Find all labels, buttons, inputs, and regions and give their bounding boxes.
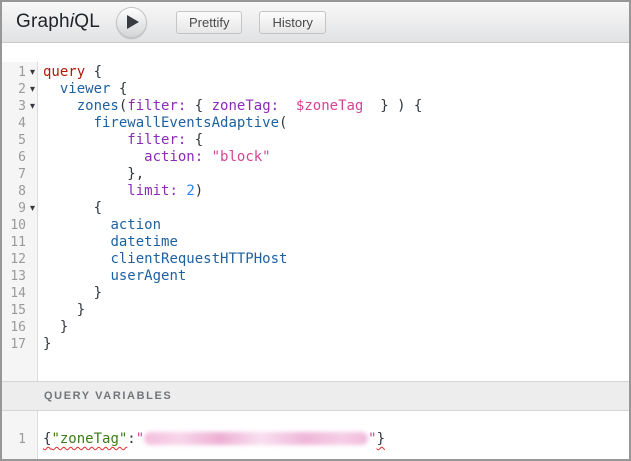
fold-gutter-spacer — [26, 234, 39, 251]
line-number: 4 — [2, 115, 26, 132]
line-number: 16 — [2, 319, 26, 336]
fold-arrow-icon[interactable]: ▾ — [26, 200, 39, 217]
fold-gutter-spacer — [26, 166, 39, 183]
fold-gutter-spacer — [26, 285, 39, 302]
code-line[interactable]: 4 firewallEventsAdaptive( — [2, 115, 629, 132]
play-icon — [127, 15, 139, 29]
fold-arrow-icon[interactable]: ▾ — [26, 81, 39, 98]
line-number: 14 — [2, 285, 26, 302]
line-number: 7 — [2, 166, 26, 183]
line-number: 10 — [2, 217, 26, 234]
code-line[interactable]: 6 action: "block" — [2, 149, 629, 166]
code-text[interactable]: { — [39, 200, 102, 217]
line-number: 1 — [2, 64, 26, 81]
fold-arrow-icon[interactable]: ▾ — [26, 98, 39, 115]
code-line[interactable]: 2▾ viewer { — [2, 81, 629, 98]
code-line[interactable]: 1▾query { — [2, 64, 629, 81]
history-button[interactable]: History — [259, 11, 325, 34]
line-number: 13 — [2, 268, 26, 285]
code-text[interactable]: userAgent — [39, 268, 186, 285]
fold-arrow-icon[interactable]: ▾ — [26, 64, 39, 81]
code-line[interactable]: 14 } — [2, 285, 629, 302]
code-line[interactable]: 13 userAgent — [2, 268, 629, 285]
session-header-strip — [2, 43, 629, 62]
query-variables-title: QUERY VARIABLES — [44, 390, 172, 402]
fold-gutter-spacer — [26, 115, 39, 132]
code-text[interactable]: limit: 2) — [39, 183, 203, 200]
code-text[interactable]: firewallEventsAdaptive( — [39, 115, 287, 132]
code-text[interactable]: action: "block" — [39, 149, 271, 166]
code-line[interactable]: 11 datetime — [2, 234, 629, 251]
code-text[interactable]: action — [39, 217, 161, 234]
code-text[interactable]: query { — [39, 64, 102, 81]
fold-gutter-spacer — [26, 149, 39, 166]
code-line[interactable]: 1 {"zoneTag":""} — [2, 431, 629, 448]
code-line[interactable]: 10 action — [2, 217, 629, 234]
execute-button[interactable] — [116, 7, 147, 38]
query-editor[interactable]: 1▾query {2▾ viewer {3▾ zones(filter: { z… — [2, 62, 629, 381]
code-text[interactable]: zones(filter: { zoneTag: $zoneTag } ) { — [39, 98, 422, 115]
line-number: 3 — [2, 98, 26, 115]
line-number: 11 — [2, 234, 26, 251]
code-text[interactable]: filter: { — [39, 132, 203, 149]
fold-gutter-spacer — [26, 302, 39, 319]
app-logo: GraphiQL — [16, 11, 100, 33]
logo-graph: Graph — [16, 11, 70, 32]
line-number: 17 — [2, 336, 26, 353]
code-line[interactable]: 15 } — [2, 302, 629, 319]
code-line[interactable]: 9▾ { — [2, 200, 629, 217]
fold-gutter-spacer — [26, 336, 39, 353]
line-number: 15 — [2, 302, 26, 319]
code-line[interactable]: 17} — [2, 336, 629, 353]
line-number: 6 — [2, 149, 26, 166]
fold-gutter-spacer — [26, 217, 39, 234]
redacted-zone-tag-value — [144, 432, 368, 445]
code-line[interactable]: 7 }, — [2, 166, 629, 183]
fold-gutter-spacer — [26, 431, 39, 448]
line-number: 2 — [2, 81, 26, 98]
fold-gutter-spacer — [26, 251, 39, 268]
code-text[interactable]: } — [39, 302, 85, 319]
code-text[interactable]: } — [39, 319, 68, 336]
code-text[interactable]: datetime — [39, 234, 178, 251]
fold-gutter-spacer — [26, 132, 39, 149]
code-text[interactable]: viewer { — [39, 81, 127, 98]
fold-gutter-spacer — [26, 183, 39, 200]
code-line[interactable]: 3▾ zones(filter: { zoneTag: $zoneTag } )… — [2, 98, 629, 115]
query-code-lines[interactable]: 1▾query {2▾ viewer {3▾ zones(filter: { z… — [2, 62, 629, 353]
logo-ql: QL — [74, 11, 100, 32]
fold-gutter-spacer — [26, 319, 39, 336]
line-number: 5 — [2, 132, 26, 149]
variables-editor[interactable]: 1 {"zoneTag":""} — [2, 411, 629, 459]
line-number: 8 — [2, 183, 26, 200]
code-line[interactable]: 5 filter: { — [2, 132, 629, 149]
prettify-button[interactable]: Prettify — [176, 11, 242, 34]
line-number: 12 — [2, 251, 26, 268]
code-line[interactable]: 8 limit: 2) — [2, 183, 629, 200]
code-line[interactable]: 16 } — [2, 319, 629, 336]
variables-code-lines[interactable]: 1 {"zoneTag":""} — [2, 411, 629, 448]
code-text[interactable]: }, — [39, 166, 144, 183]
code-text[interactable]: {"zoneTag":""} — [39, 431, 385, 448]
code-line[interactable]: 12 clientRequestHTTPHost — [2, 251, 629, 268]
fold-gutter-spacer — [26, 268, 39, 285]
code-text[interactable]: clientRequestHTTPHost — [39, 251, 287, 268]
code-text[interactable]: } — [39, 336, 51, 353]
query-variables-header[interactable]: QUERY VARIABLES — [2, 381, 629, 411]
graphiql-window: GraphiQL Prettify History 1▾query {2▾ vi… — [0, 0, 631, 461]
toolbar: GraphiQL Prettify History — [2, 2, 629, 43]
line-number: 9 — [2, 200, 26, 217]
line-number: 1 — [2, 431, 26, 448]
code-text[interactable]: } — [39, 285, 102, 302]
